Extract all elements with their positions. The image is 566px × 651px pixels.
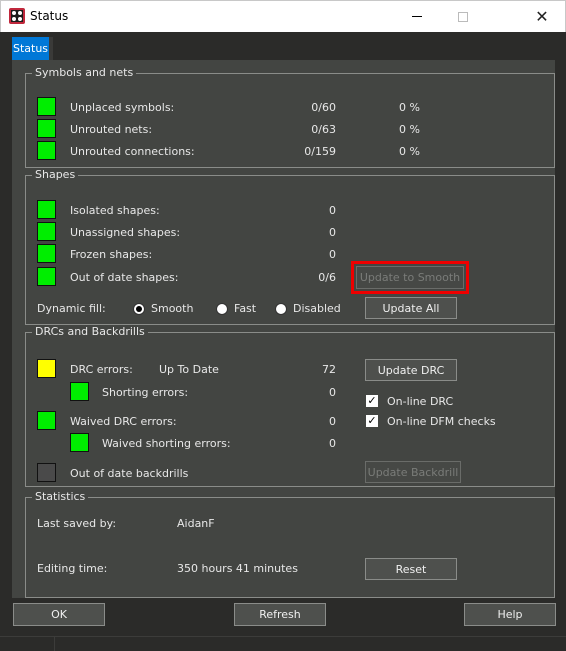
label-unplaced-symbols: Unplaced symbols: xyxy=(70,101,175,114)
update-drc-button[interactable]: Update DRC xyxy=(365,359,457,381)
status-indicator-unrouted-nets xyxy=(37,119,56,138)
status-panel: Symbols and nets Unplaced symbols: 0/6 0 … xyxy=(12,60,555,598)
online-drc-checkbox[interactable]: ✓ xyxy=(366,395,378,407)
status-indicator-waived-shorting-errors xyxy=(70,433,89,452)
close-button[interactable]: ✕ xyxy=(519,1,565,32)
radio-disabled[interactable] xyxy=(275,303,287,315)
value-unassigned-shapes: 0 xyxy=(329,226,336,239)
group-shapes: Shapes Isolated shapes: 0 Unassigned sha… xyxy=(25,168,555,325)
label-drc-errors: DRC errors: xyxy=(70,363,133,376)
minimize-button[interactable] xyxy=(394,1,440,32)
label-isolated-shapes: Isolated shapes: xyxy=(70,204,160,217)
value-out-of-date-shapes: 0/6 xyxy=(318,271,336,284)
label-unassigned-shapes: Unassigned shapes: xyxy=(70,226,181,239)
help-button[interactable]: Help xyxy=(464,603,556,626)
value-waived-shorting-errors: 0 xyxy=(329,437,336,450)
maximize-button[interactable] xyxy=(440,1,486,32)
group-title: Statistics xyxy=(32,490,89,504)
title-bar: Status ✕ xyxy=(0,0,566,32)
status-indicator-waived-drc-errors xyxy=(37,411,56,430)
status-indicator-unplaced-symbols xyxy=(37,97,56,116)
update-all-button[interactable]: Update All xyxy=(365,297,457,319)
value-waived-drc-errors: 0 xyxy=(329,415,336,428)
maximize-icon xyxy=(458,11,468,22)
label-out-of-date-shapes: Out of date shapes: xyxy=(70,271,179,284)
value-unplaced-symbols: 0/60 xyxy=(311,101,336,114)
radio-fast-label[interactable]: Fast xyxy=(234,302,256,316)
value-isolated-shapes: 0 xyxy=(329,204,336,217)
ok-button[interactable]: OK xyxy=(13,603,105,626)
radio-fast[interactable] xyxy=(216,303,228,315)
status-indicator-shorting-errors xyxy=(70,382,89,401)
dynamic-fill-label: Dynamic fill: xyxy=(37,302,106,315)
group-title: DRCs and Backdrills xyxy=(32,325,148,339)
status-indicator-frozen-shapes xyxy=(37,244,56,263)
label-out-of-date-backdrills: Out of date backdrills xyxy=(70,467,189,480)
close-icon: ✕ xyxy=(535,6,549,26)
radio-smooth-label[interactable]: Smooth xyxy=(151,302,193,316)
update-backdrill-button[interactable]: Update Backdrill xyxy=(365,461,461,483)
group-title: Shapes xyxy=(32,168,79,182)
label-waived-drc-errors: Waived DRC errors: xyxy=(70,415,177,428)
value-frozen-shapes: 0 xyxy=(329,248,336,261)
label-shorting-errors: Shorting errors: xyxy=(102,386,189,399)
status-indicator-out-of-date-backdrills xyxy=(37,463,56,482)
online-dfm-label[interactable]: On-line DFM checks xyxy=(387,415,496,429)
update-to-smooth-button[interactable]: Update to Smooth xyxy=(356,266,464,289)
percent-unplaced-symbols: 0 % xyxy=(399,101,420,114)
group-drcs-and-backdrills: DRCs and Backdrills DRC errors: Up To Da… xyxy=(25,325,555,487)
editing-time-value: 350 hours 41 minutes xyxy=(177,562,298,575)
group-symbols-and-nets: Symbols and nets Unplaced symbols: 0/60 … xyxy=(25,66,555,168)
value-drc-errors: 72 xyxy=(322,363,336,376)
reset-button[interactable]: Reset xyxy=(365,558,457,580)
label-unrouted-connections: Unrouted connections: xyxy=(70,145,195,158)
minimize-icon xyxy=(412,16,422,17)
value-unrouted-nets: 0/63 xyxy=(311,123,336,136)
check-icon: ✓ xyxy=(367,414,377,427)
status-indicator-unassigned-shapes xyxy=(37,222,56,241)
last-saved-by-label: Last saved by: xyxy=(37,517,117,530)
last-saved-by-value: AidanF xyxy=(177,517,215,530)
tab-strip xyxy=(49,37,53,60)
value-unrouted-connections: 0/159 xyxy=(304,145,336,158)
tab-status[interactable]: Status xyxy=(12,37,49,60)
group-title: Symbols and nets xyxy=(32,66,137,80)
status-indicator-unrouted-connections xyxy=(37,141,56,160)
status-indicator-drc-errors xyxy=(37,359,56,378)
online-dfm-checkbox[interactable]: ✓ xyxy=(366,415,378,427)
radio-disabled-label[interactable]: Disabled xyxy=(293,302,341,316)
radio-smooth[interactable] xyxy=(133,303,145,315)
online-drc-label[interactable]: On-line DRC xyxy=(387,395,453,409)
label-unrouted-nets: Unrouted nets: xyxy=(70,123,153,136)
status-indicator-isolated-shapes xyxy=(37,200,56,219)
editing-time-label: Editing time: xyxy=(37,562,108,575)
status-bar-divider xyxy=(0,636,566,637)
app-logo-icon xyxy=(9,8,25,24)
group-statistics: Statistics Last saved by: AidanF Editing… xyxy=(25,490,555,598)
status-bar-separator xyxy=(54,637,55,651)
window-title: Status xyxy=(30,9,69,23)
status-indicator-out-of-date-shapes xyxy=(37,267,56,286)
percent-unrouted-nets: 0 % xyxy=(399,123,420,136)
drc-state: Up To Date xyxy=(159,363,219,376)
label-frozen-shapes: Frozen shapes: xyxy=(70,248,153,261)
value-shorting-errors: 0 xyxy=(329,386,336,399)
check-icon: ✓ xyxy=(367,394,377,407)
refresh-button[interactable]: Refresh xyxy=(234,603,326,626)
label-waived-shorting-errors: Waived shorting errors: xyxy=(102,437,231,450)
percent-unrouted-connections: 0 % xyxy=(399,145,420,158)
